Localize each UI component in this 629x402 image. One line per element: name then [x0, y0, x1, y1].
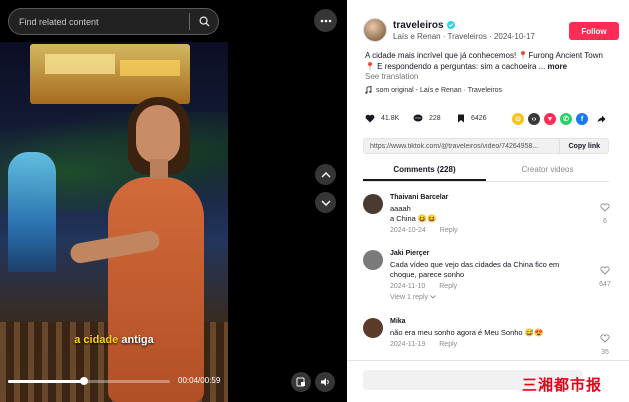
comment-date: 2024-10-24	[390, 227, 426, 234]
volume-icon	[320, 378, 329, 386]
heart-outline-icon	[600, 266, 610, 275]
comment-like-count: 35	[601, 349, 609, 356]
video-player[interactable]: 芙蓉镇 a cidade antiga	[0, 42, 228, 402]
comment-like-button[interactable]: 35	[595, 330, 615, 356]
more-link[interactable]: more	[548, 62, 568, 71]
commenter-avatar[interactable]	[363, 318, 383, 338]
heart-outline-icon	[600, 334, 610, 343]
commenter-name[interactable]: Jaki Pierçer	[390, 250, 590, 257]
comment-date: 2024-11-10	[390, 283, 426, 290]
view-replies-label: View 1 reply	[390, 294, 429, 301]
whatsapp-share-icon[interactable]: ✆	[560, 113, 572, 125]
video-link-box: https://www.tiktok.com/@traveleiros/vide…	[363, 138, 609, 154]
author-row: traveleiros Laís e Renan · Traveleiros ·…	[363, 18, 535, 42]
description-text: A cidade mais incrível que já conhecemos…	[365, 51, 603, 71]
embed-share-icon[interactable]: ‹›	[528, 113, 540, 125]
author-name-row: traveleiros	[393, 20, 535, 31]
music-title: som original - Laís e Renan · Traveleiro…	[376, 86, 503, 94]
reply-button[interactable]: Reply	[439, 341, 457, 348]
video-link-url[interactable]: https://www.tiktok.com/@traveleiros/vide…	[364, 143, 559, 150]
bookmark-icon	[458, 114, 464, 123]
chevron-down-icon	[430, 295, 436, 299]
verified-badge-icon	[446, 21, 455, 29]
video-person	[68, 97, 204, 402]
commenter-avatar[interactable]	[363, 250, 383, 270]
chevron-up-icon	[321, 171, 330, 177]
volume-button[interactable]	[315, 372, 335, 392]
more-options-button[interactable]	[314, 9, 337, 32]
chevron-down-icon	[321, 200, 330, 206]
author-info: traveleiros Laís e Renan · Traveleiros ·…	[393, 20, 535, 41]
facebook-share-icon[interactable]: f	[576, 113, 588, 125]
music-note-icon	[365, 86, 372, 94]
video-info-panel: traveleiros Laís e Renan · Traveleiros ·…	[347, 0, 629, 402]
commenter-name[interactable]: Thaivani Barcelar	[390, 194, 590, 201]
video-waterfall	[8, 152, 56, 272]
floating-player-icon	[296, 377, 305, 387]
caption-highlight: a cidade	[74, 334, 119, 346]
comment-like-count: 647	[599, 281, 611, 288]
video-description: A cidade mais incrível que já conhecemos…	[365, 50, 613, 72]
copy-link-button[interactable]: Copy link	[559, 138, 608, 154]
comment-tabs: Comments (228) Creator videos	[363, 162, 609, 182]
comment-like-button[interactable]: 6	[595, 199, 615, 225]
share-icons: ⊙ ‹› ▼ ✆ f	[512, 113, 588, 125]
author-subtitle: Laís e Renan · Traveleiros · 2024-10-17	[393, 31, 535, 41]
comment-text: a China 😆😆	[390, 214, 437, 223]
footer-divider	[347, 360, 629, 361]
comment-bubble-icon	[413, 114, 423, 122]
next-video-button[interactable]	[315, 192, 336, 213]
share-arrow-icon[interactable]	[597, 115, 606, 123]
publisher-watermark: 三湘都市报	[522, 376, 603, 394]
comment-text: Cada vídeo que vejo das cidades da China…	[390, 260, 560, 269]
picture-in-picture-button[interactable]	[291, 372, 311, 392]
video-progress-fill	[8, 380, 85, 383]
tab-creator-videos[interactable]: Creator videos	[486, 162, 609, 181]
tab-comments[interactable]: Comments (228)	[363, 162, 486, 181]
video-progress-bar[interactable]	[8, 377, 170, 385]
comment-text: choque, parece sonho	[390, 270, 465, 279]
comment-stat[interactable]: 228	[413, 114, 441, 123]
author-name[interactable]: traveleiros	[393, 20, 444, 31]
reply-button[interactable]: Reply	[439, 283, 457, 290]
heart-outline-icon	[600, 203, 610, 212]
comment-count: 228	[429, 115, 441, 122]
send-share-icon[interactable]: ▼	[544, 113, 556, 125]
video-building-lights	[45, 54, 115, 74]
commenter-name[interactable]: Mika	[390, 318, 590, 325]
heart-icon	[365, 114, 375, 123]
video-caption: a cidade antiga	[0, 334, 228, 346]
author-avatar[interactable]	[363, 18, 387, 42]
follow-button[interactable]: Follow	[569, 22, 619, 40]
previous-video-button[interactable]	[315, 164, 336, 185]
video-pane: 芙蓉镇 a cidade antiga 00:04/00:59	[0, 0, 347, 402]
see-translation-link[interactable]: See translation	[365, 72, 418, 81]
coin-share-icon[interactable]: ⊙	[512, 113, 524, 125]
comment-like-button[interactable]: 647	[595, 262, 615, 288]
music-row[interactable]: som original - Laís e Renan · Traveleiro…	[365, 86, 502, 94]
video-building-lights	[120, 60, 180, 76]
video-time-label: 00:04/00:59	[178, 376, 221, 385]
comment-text: não era meu sonho agora é Meu Sonho 😅😍	[390, 328, 544, 337]
commenter-avatar[interactable]	[363, 194, 383, 214]
caption-rest: antiga	[121, 334, 154, 346]
search-input[interactable]	[9, 16, 189, 27]
save-count: 6426	[471, 115, 487, 122]
view-replies-link[interactable]: View 1 reply	[390, 294, 590, 301]
save-stat[interactable]: 6426	[457, 114, 487, 123]
more-dots-icon	[320, 19, 331, 22]
like-stat[interactable]: 41.8K	[365, 114, 399, 123]
search-icon	[199, 16, 210, 27]
comment-text: aaaah	[390, 204, 411, 213]
comment-date: 2024-11-19	[390, 341, 426, 348]
like-count: 41.8K	[381, 115, 400, 122]
search-button[interactable]	[190, 8, 218, 35]
reply-button[interactable]: Reply	[440, 227, 458, 234]
related-search-box	[8, 8, 219, 35]
comment-like-count: 6	[603, 218, 607, 225]
